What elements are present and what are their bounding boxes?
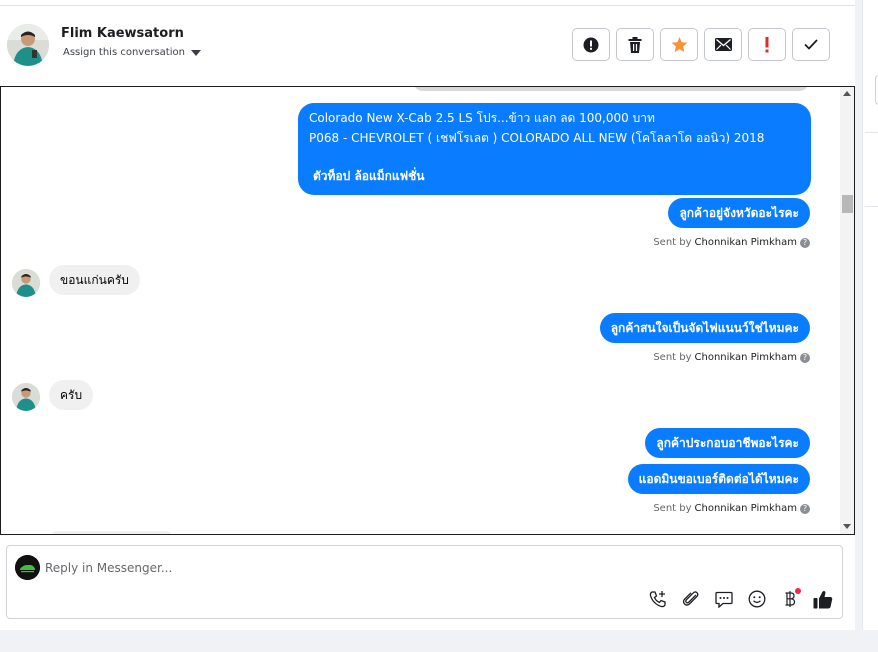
- chat-bubble-icon: [715, 591, 733, 608]
- contact-avatar[interactable]: [7, 24, 49, 66]
- attach-button[interactable]: [680, 588, 702, 610]
- payment-button[interactable]: [779, 588, 801, 610]
- delete-button[interactable]: [616, 28, 654, 61]
- adjacent-panel-edge: [862, 0, 878, 630]
- reply-composer: [6, 545, 843, 619]
- done-button[interactable]: [792, 28, 830, 61]
- paperclip-icon: [682, 591, 699, 606]
- trash-icon: [628, 36, 642, 53]
- composer-tools: [647, 588, 834, 610]
- contact-avatar-small: [12, 383, 40, 411]
- message-text: ลูกค้าสนใจเป็นจัดไฟแนนว์ใช่ไหมคะ: [610, 321, 799, 335]
- conversation-panel: Flim Kaewsatorn Assign this conversation: [0, 0, 855, 630]
- like-button[interactable]: [812, 588, 834, 610]
- help-icon[interactable]: ?: [800, 237, 810, 248]
- notification-dot: [795, 588, 801, 594]
- checkmark-icon: [804, 39, 818, 50]
- assign-label: Assign this conversation: [63, 47, 185, 58]
- call-button[interactable]: [647, 588, 669, 610]
- agent-name: Chonnikan Pimkham: [694, 503, 797, 514]
- help-icon[interactable]: ?: [800, 503, 810, 514]
- contact-avatar-small: [12, 269, 40, 297]
- message-thread[interactable]: Colorado New X-Cab 2.5 LS โปร...ข้าว แลก…: [0, 86, 855, 535]
- mark-unread-button[interactable]: [704, 28, 742, 61]
- scroll-down-icon[interactable]: [843, 524, 851, 529]
- sent-by-label: Sent by Chonnikan Pimkham ?: [653, 503, 810, 514]
- spam-button[interactable]: [572, 28, 610, 61]
- envelope-icon: [714, 38, 732, 51]
- important-button[interactable]: [748, 28, 786, 61]
- message-bubble-incoming: ขอนแก่นครับ: [49, 265, 140, 295]
- scroll-up-icon[interactable]: [843, 91, 851, 96]
- message-text: ตัวท็อป ล้อแม็กแฟชั่น: [313, 169, 425, 183]
- agent-name: Chonnikan Pimkham: [694, 352, 797, 363]
- message-bubble-outgoing: Colorado New X-Cab 2.5 LS โปร...ข้าว แลก…: [298, 103, 811, 195]
- smiley-icon: [748, 590, 766, 608]
- message-bubble-outgoing: ลูกค้าประกอบอาชีพอะไรคะ: [645, 428, 810, 458]
- image-attachment-edge: [413, 87, 809, 91]
- agent-name: Chonnikan Pimkham: [694, 237, 797, 248]
- help-icon[interactable]: ?: [800, 352, 810, 363]
- message-text: ขอนแก่นครับ: [60, 273, 129, 287]
- thumbs-up-icon: [813, 590, 833, 608]
- conversation-header: Flim Kaewsatorn Assign this conversation: [0, 6, 855, 86]
- message-bubble-outgoing: แอดมินขอเบอร์ติดต่อได้ไหมคะ: [627, 464, 810, 494]
- emoji-button[interactable]: [746, 588, 768, 610]
- message-text: P068 - CHEVROLET ( เชฟโรเลต ) COLORADO A…: [309, 131, 765, 145]
- sent-by-label: Sent by Chonnikan Pimkham ?: [653, 352, 810, 363]
- message-text: ครับ: [60, 388, 83, 402]
- message-text: ลูกค้าอยู่จังหวัดอะไรคะ: [679, 206, 799, 220]
- message-bubble-incoming-partial: [49, 531, 173, 534]
- assign-conversation-dropdown[interactable]: Assign this conversation: [63, 47, 201, 58]
- star-button[interactable]: [660, 28, 698, 61]
- message-bubble-outgoing: ลูกค้าสนใจเป็นจัดไฟแนนว์ใช่ไหมคะ: [599, 313, 810, 343]
- conversation-actions: [572, 28, 830, 61]
- thread-scrollbar[interactable]: [840, 87, 854, 534]
- message-bubble-incoming: ครับ: [49, 380, 94, 410]
- reply-input[interactable]: [45, 557, 605, 579]
- contact-name: Flim Kaewsatorn: [61, 26, 184, 41]
- scrollbar-thumb[interactable]: [842, 195, 853, 213]
- phone-plus-icon: [649, 591, 666, 608]
- message-bubble-outgoing: ลูกค้าอยู่จังหวัดอะไรคะ: [668, 198, 810, 228]
- star-icon: [671, 36, 687, 52]
- message-text: ลูกค้าประกอบอาชีพอะไรคะ: [656, 436, 799, 450]
- alert-circle-icon: [583, 37, 599, 52]
- message-text: Colorado New X-Cab 2.5 LS โปร...ข้าว แลก…: [309, 111, 655, 125]
- exclamation-icon: [765, 36, 769, 52]
- caret-down-icon: [190, 49, 201, 56]
- page-avatar: [15, 555, 40, 580]
- saved-replies-button[interactable]: [713, 588, 735, 610]
- sent-by-label: Sent by Chonnikan Pimkham ?: [653, 237, 810, 248]
- message-text: แอดมินขอเบอร์ติดต่อได้ไหมคะ: [638, 472, 799, 486]
